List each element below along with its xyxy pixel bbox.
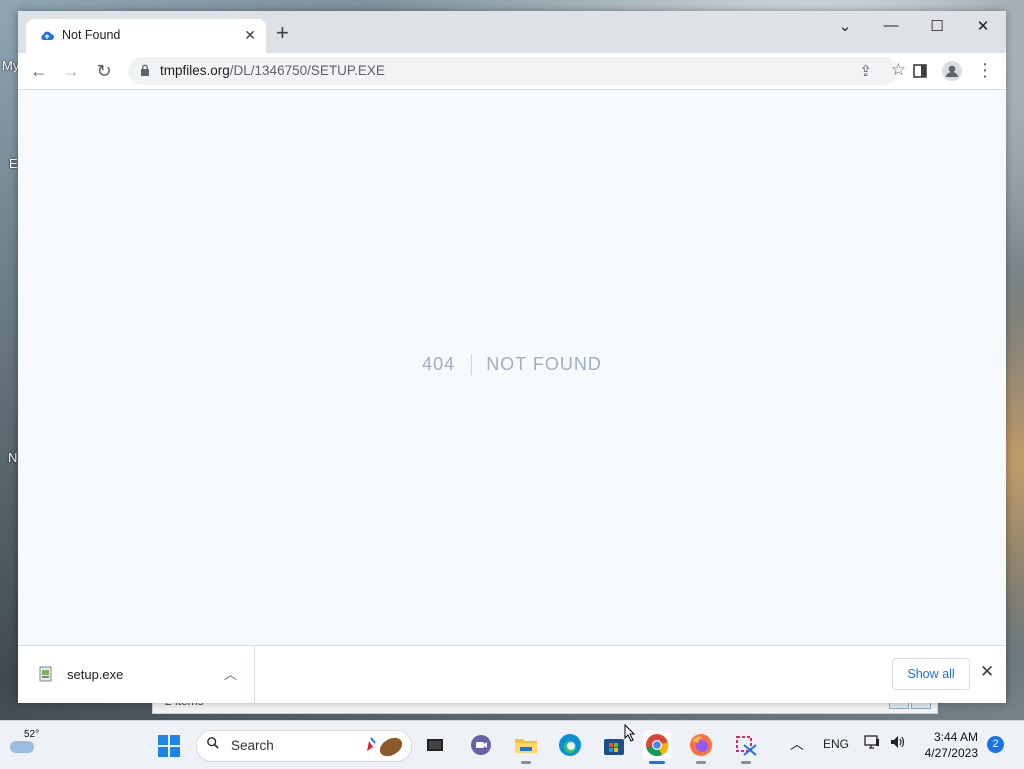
- tab-title: Not Found: [62, 28, 121, 42]
- url-path: /DL/1346750/SETUP.EXE: [229, 63, 385, 78]
- network-icon[interactable]: [864, 734, 880, 753]
- download-shelf: setup.exe ︿ Show all ✕: [18, 645, 1006, 703]
- notification-badge[interactable]: 2: [987, 736, 1004, 753]
- task-view-icon[interactable]: [421, 731, 449, 759]
- lock-icon[interactable]: [140, 64, 150, 76]
- cloud-icon: [41, 31, 54, 40]
- weather-cloud-icon: [10, 741, 34, 753]
- running-indicator: [696, 761, 706, 764]
- edge-icon[interactable]: [556, 731, 584, 759]
- url-text[interactable]: tmpfiles.org/DL/1346750/SETUP.EXE: [160, 63, 385, 78]
- file-icon: [39, 666, 52, 682]
- search-highlight-icon: [367, 737, 403, 757]
- address-bar[interactable]: tmpfiles.org/DL/1346750/SETUP.EXE ⇪ ☆: [128, 57, 906, 85]
- teams-chat-icon[interactable]: [467, 731, 495, 759]
- taskbar: 52° Search ︿ ENG 3:44 AM 4/27/2023 2: [0, 720, 1024, 769]
- title-bar: Not Found ✕ + ⌄ — ☐ ✕: [18, 11, 1006, 53]
- plus-icon[interactable]: +: [276, 22, 289, 44]
- browser-toolbar: ← → ↻ tmpfiles.org/DL/1346750/SETUP.EXE …: [18, 53, 1006, 90]
- chrome-icon[interactable]: [643, 731, 671, 764]
- profile-icon[interactable]: [941, 60, 963, 82]
- chevron-up-icon[interactable]: ︿: [224, 664, 237, 683]
- back-icon[interactable]: ←: [28, 60, 50, 82]
- share-icon[interactable]: ⇪: [859, 62, 872, 80]
- system-clock[interactable]: 3:44 AM 4/27/2023: [918, 729, 978, 761]
- error-text: Not Found: [486, 354, 602, 374]
- language-indicator[interactable]: ENG: [823, 737, 849, 751]
- show-all-button[interactable]: Show all: [892, 658, 970, 690]
- active-indicator: [649, 761, 665, 764]
- window-close-icon[interactable]: ✕: [968, 17, 998, 35]
- firefox-icon[interactable]: [687, 731, 715, 764]
- kebab-menu-icon[interactable]: ⋮: [974, 60, 996, 82]
- clock-time: 3:44 AM: [933, 730, 978, 744]
- download-filename: setup.exe: [67, 667, 124, 682]
- desktop-icon-label-n[interactable]: N: [8, 450, 17, 465]
- search-icon: [207, 737, 219, 749]
- chrome-window: Not Found ✕ + ⌄ — ☐ ✕ ← → ↻ tmpfiles.org…: [18, 11, 1006, 703]
- weather-temperature: 52°: [24, 729, 40, 740]
- forward-icon[interactable]: →: [60, 60, 82, 82]
- running-indicator: [741, 761, 751, 764]
- side-panel-icon[interactable]: [909, 60, 931, 82]
- tab-not-found[interactable]: Not Found ✕: [26, 19, 266, 53]
- clock-date: 4/27/2023: [924, 746, 978, 760]
- search-placeholder: Search: [231, 738, 274, 753]
- weather-widget[interactable]: 52°: [10, 729, 46, 761]
- not-found-message: 404 Not Found: [18, 354, 1006, 375]
- star-icon[interactable]: ☆: [891, 60, 906, 80]
- mouse-cursor-icon: [624, 724, 636, 742]
- snipping-tool-icon[interactable]: [732, 731, 760, 764]
- minimize-icon[interactable]: —: [876, 17, 906, 34]
- taskbar-search-box[interactable]: Search: [196, 730, 412, 762]
- windows-start-icon[interactable]: [158, 735, 180, 757]
- desktop-icon-label-e[interactable]: E: [9, 156, 18, 171]
- chevron-up-icon[interactable]: ︿: [790, 734, 804, 754]
- file-explorer-icon[interactable]: [512, 731, 540, 764]
- volume-icon[interactable]: [889, 734, 907, 753]
- close-icon[interactable]: ✕: [244, 27, 256, 44]
- reload-icon[interactable]: ↻: [93, 60, 115, 82]
- chevron-down-icon[interactable]: ⌄: [830, 17, 860, 35]
- running-indicator: [521, 761, 531, 764]
- desktop-icon-label-my[interactable]: My: [2, 58, 19, 73]
- error-code: 404: [422, 354, 473, 375]
- maximize-icon[interactable]: ☐: [922, 17, 952, 35]
- close-download-bar-icon[interactable]: ✕: [980, 662, 994, 682]
- download-item[interactable]: setup.exe ︿: [18, 646, 255, 703]
- url-domain: tmpfiles.org: [160, 63, 230, 78]
- page-viewport: 404 Not Found: [18, 90, 1006, 645]
